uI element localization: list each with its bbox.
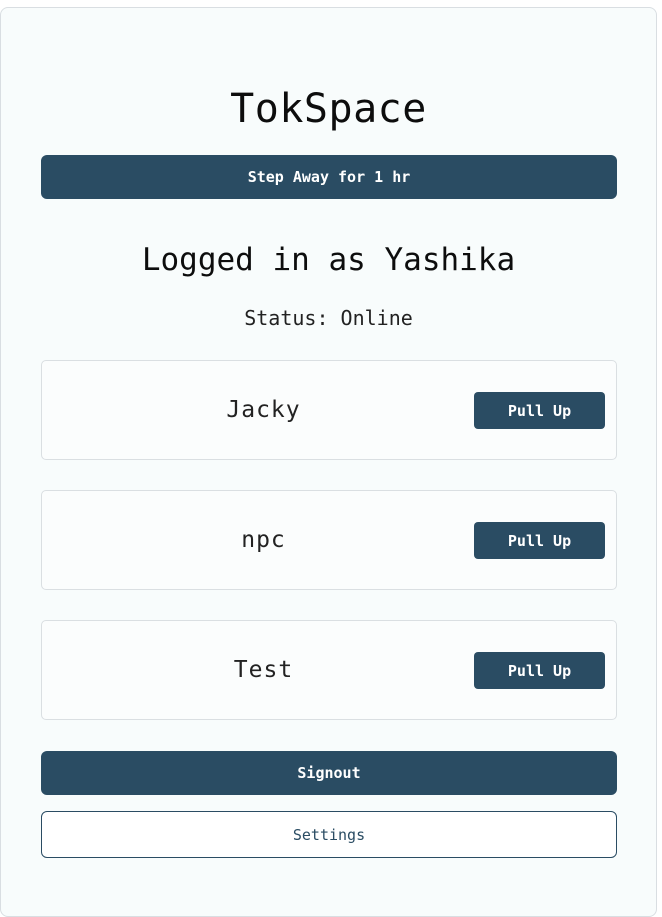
settings-button[interactable]: Settings [41,811,617,858]
user-card-test: Test Pull Up [41,620,617,720]
pull-up-button[interactable]: Pull Up [474,652,605,689]
user-name: npc [241,527,286,553]
user-card-jacky: Jacky Pull Up [41,360,617,460]
pull-up-button[interactable]: Pull Up [474,392,605,429]
logged-in-heading: Logged in as Yashika [141,242,516,278]
signout-button[interactable]: Signout [41,751,617,795]
pull-up-button[interactable]: Pull Up [474,522,605,559]
user-name: Jacky [226,397,301,423]
status-text: Status: Online [244,306,413,330]
app-title: TokSpace [230,86,427,132]
user-name: Test [233,657,294,683]
step-away-button[interactable]: Step Away for 1 hr [41,155,617,199]
main-card: TokSpace Step Away for 1 hr Logged in as… [0,7,657,917]
user-card-npc: npc Pull Up [41,490,617,590]
